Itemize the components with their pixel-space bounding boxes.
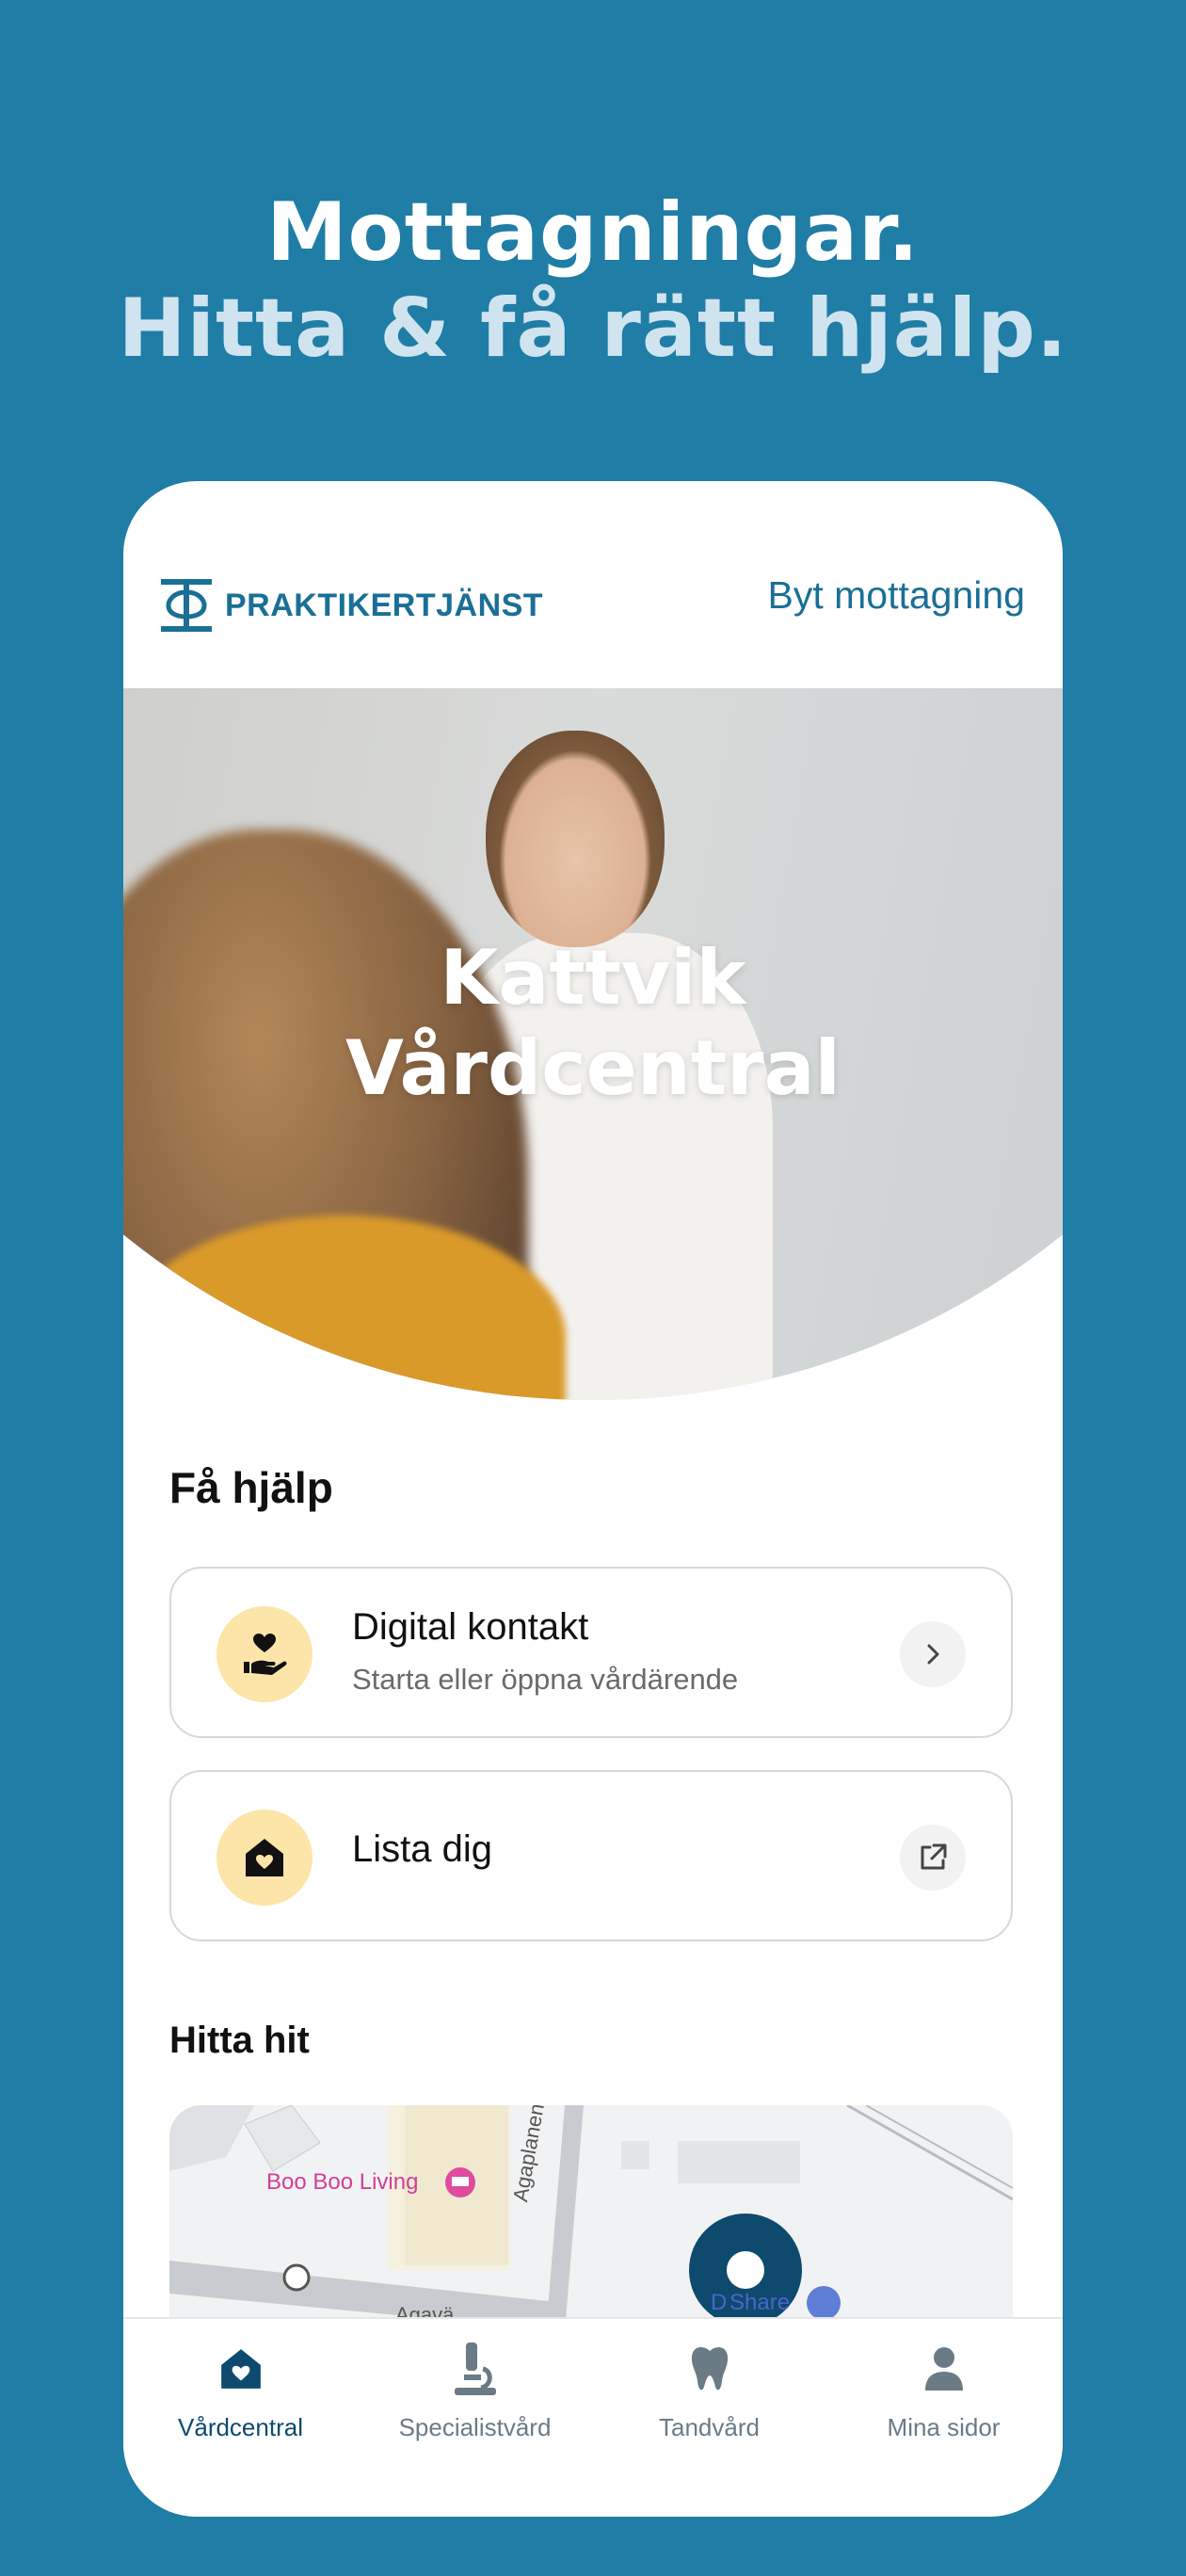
map-background — [169, 2105, 1013, 2331]
map[interactable]: Boo Boo Living D Share Agaplanen Agavä — [169, 2105, 1013, 2331]
hero-photo-nurse-head — [486, 731, 665, 947]
tab-specialistvard[interactable]: Specialistvård — [358, 2338, 592, 2442]
headline-line-2: Hitta & få rätt hjälp. — [118, 282, 1068, 376]
bottom-tab-bar: Vårdcentral Specialistvård Tandvård Mina… — [123, 2317, 1063, 2517]
heart-hand-icon — [216, 1606, 313, 1702]
tab-label: Specialistvård — [398, 2413, 552, 2441]
microscope-icon — [358, 2338, 592, 2400]
tooth-icon — [592, 2338, 826, 2400]
external-link-icon[interactable] — [900, 1825, 966, 1891]
chevron-right-icon[interactable] — [900, 1621, 966, 1687]
map-poi-label-2-prefix: D — [711, 2290, 728, 2315]
brand-name: PRAKTIKERTJÄNST — [225, 587, 544, 623]
list-yourself-title: Lista dig — [352, 1828, 492, 1870]
hero-image: Kattvik Vårdcentral — [123, 688, 1063, 1400]
home-heart-icon — [123, 2338, 358, 2400]
tab-label: Vårdcentral — [178, 2413, 303, 2441]
clinic-name-line-2: Vårdcentral — [345, 1024, 841, 1112]
map-poi-label: Boo Boo Living — [266, 2169, 419, 2195]
switch-clinic-link[interactable]: Byt mottagning — [768, 573, 1026, 618]
tab-mina-sidor[interactable]: Mina sidor — [826, 2338, 1061, 2442]
map-poi-label-2: Share — [729, 2290, 791, 2315]
logo-mark-icon — [161, 579, 212, 632]
help-section-title: Få hjälp — [169, 1463, 333, 1512]
headline-line-1: Mottagningar. — [266, 185, 920, 280]
tab-tandvard[interactable]: Tandvård — [592, 2338, 826, 2442]
list-yourself-card[interactable]: Lista dig — [169, 1770, 1013, 1941]
top-bar: PRAKTIKERTJÄNST Byt mottagning — [123, 481, 1063, 688]
headline: Mottagningar. Hitta & få rätt hjälp. — [0, 185, 1186, 377]
digital-contact-title: Digital kontakt — [352, 1606, 589, 1648]
tab-label: Tandvård — [659, 2413, 760, 2441]
user-icon — [826, 2338, 1061, 2400]
praktikertjanst-logo: PRAKTIKERTJÄNST — [159, 575, 543, 636]
home-heart-icon — [216, 1810, 313, 1906]
find-section-title: Hitta hit — [169, 2020, 310, 2061]
tab-vardcentral[interactable]: Vårdcentral — [123, 2338, 358, 2442]
clinic-name: Kattvik Vårdcentral — [123, 933, 1063, 1114]
phone-screen: PRAKTIKERTJÄNST Byt mottagning Kattvik V… — [123, 481, 1063, 2517]
digital-contact-card[interactable]: Digital kontakt Starta eller öppna vårdä… — [169, 1567, 1013, 1738]
clinic-name-line-1: Kattvik — [440, 934, 746, 1022]
digital-contact-subtitle: Starta eller öppna vårdärende — [352, 1663, 739, 1696]
tab-label: Mina sidor — [887, 2413, 1001, 2441]
